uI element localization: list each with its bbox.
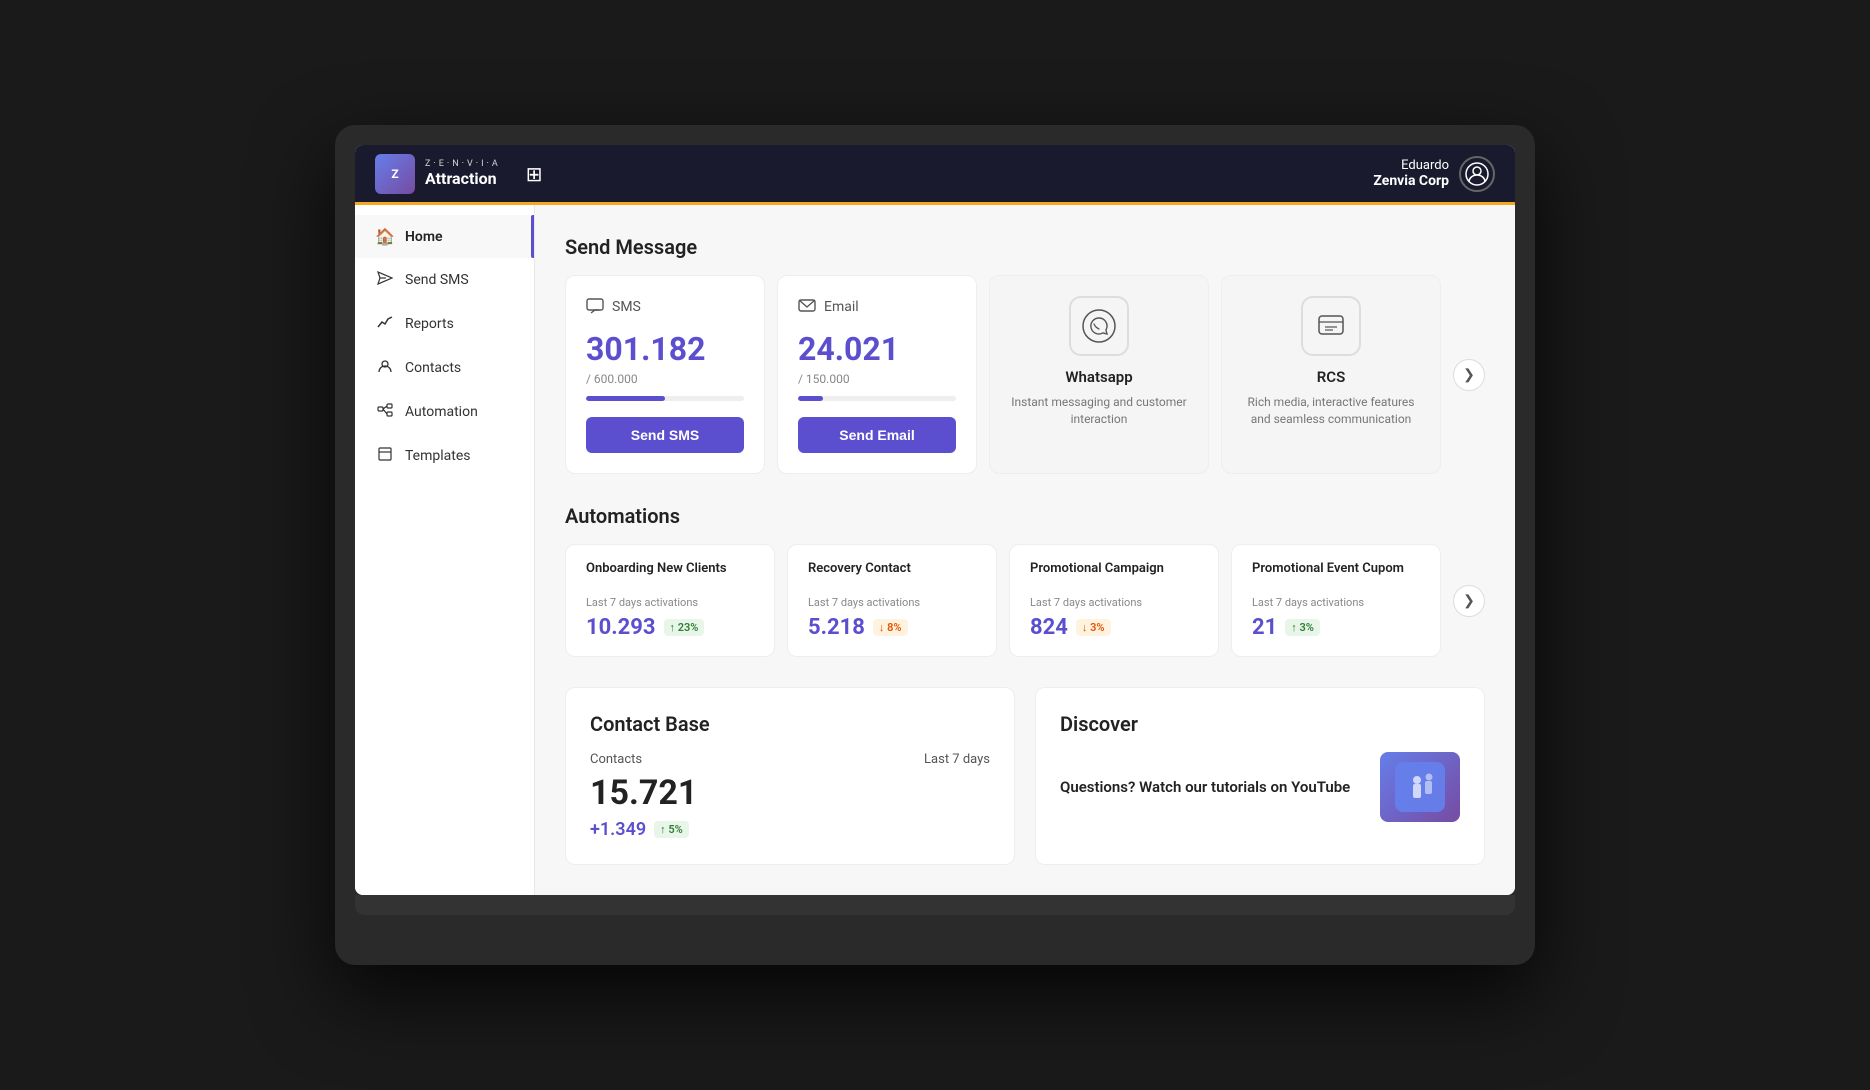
bottom-sections: Contact Base Contacts Last 7 days 15.721… — [565, 687, 1485, 865]
whatsapp-desc: Instant messaging and customer interacti… — [1010, 394, 1188, 428]
contacts-delta: +1.349 ↑ 5% — [590, 819, 990, 840]
user-area: Eduardo Zenvia Corp — [1373, 156, 1495, 192]
send-email-button[interactable]: Send Email — [798, 417, 956, 453]
main-content: Send Message SMS — [535, 205, 1515, 895]
automation-value-2: 824 — [1030, 615, 1068, 640]
automation-label-3: Last 7 days activations — [1252, 596, 1420, 609]
automation-value-0: 10.293 — [586, 615, 656, 640]
send-message-cards: SMS 301.182 / 600.000 Send SMS — [565, 275, 1485, 474]
user-name: Eduardo Zenvia Corp — [1373, 158, 1449, 189]
rcs-icon-large — [1301, 296, 1361, 356]
email-icon — [798, 296, 816, 318]
automation-name-2: Promotional Campaign — [1030, 561, 1198, 576]
sidebar-item-templates[interactable]: Templates — [355, 434, 534, 478]
automation-card-0: Onboarding New Clients Last 7 days activ… — [565, 544, 775, 657]
sms-progress — [586, 396, 744, 401]
grid-icon[interactable]: ⊞ — [526, 162, 543, 186]
automation-badge-3: ↑ 3% — [1285, 619, 1320, 636]
automation-label-0: Last 7 days activations — [586, 596, 754, 609]
automation-card-2: Promotional Campaign Last 7 days activat… — [1009, 544, 1219, 657]
sms-limit: / 600.000 — [586, 372, 744, 386]
automation-stats-0: 10.293 ↑ 23% — [586, 615, 754, 640]
discover-title: Discover — [1060, 712, 1460, 736]
app-header: Z Z·E·N·V·I·A Attraction ⊞ Eduardo Zenvi… — [355, 145, 1515, 205]
sidebar: 🏠 Home Send SMS — [355, 205, 535, 895]
contacts-delta-pct: ↑ 5% — [654, 821, 689, 838]
logo-text: Z·E·N·V·I·A Attraction — [425, 159, 501, 189]
automation-card-1: Recovery Contact Last 7 days activations… — [787, 544, 997, 657]
email-card-header: Email — [798, 296, 956, 318]
automation-stats-1: 5.218 ↓ 8% — [808, 615, 976, 640]
send-message-title: Send Message — [565, 235, 1485, 259]
sms-card-header: SMS — [586, 296, 744, 318]
discover-content: Questions? Watch our tutorials on YouTub… — [1060, 752, 1460, 822]
automations-nav-next[interactable]: ❯ — [1453, 585, 1485, 617]
email-limit: / 150.000 — [798, 372, 956, 386]
sms-icon — [586, 296, 604, 318]
templates-icon — [375, 446, 395, 466]
automation-stats-3: 21 ↑ 3% — [1252, 615, 1420, 640]
email-value: 24.021 — [798, 330, 956, 368]
contact-base-title: Contact Base — [590, 712, 990, 736]
automations-cards: Onboarding New Clients Last 7 days activ… — [565, 544, 1485, 657]
reports-icon — [375, 314, 395, 334]
sms-value: 301.182 — [586, 330, 744, 368]
automation-card-3: Promotional Event Cupom Last 7 days acti… — [1231, 544, 1441, 657]
automation-badge-2: ↓ 3% — [1076, 619, 1111, 636]
automation-name-1: Recovery Contact — [808, 561, 976, 576]
whatsapp-title: Whatsapp — [1010, 368, 1188, 386]
contacts-value: 15.721 — [590, 773, 990, 813]
automations-title: Automations — [565, 504, 1485, 528]
user-avatar[interactable] — [1459, 156, 1495, 192]
rcs-title: RCS — [1242, 368, 1420, 386]
automation-icon — [375, 402, 395, 422]
send-sms-button[interactable]: Send SMS — [586, 417, 744, 453]
rcs-card: RCS Rich media, interactive features and… — [1221, 275, 1441, 474]
automation-stats-2: 824 ↓ 3% — [1030, 615, 1198, 640]
contacts-label: Contacts — [590, 752, 642, 767]
contact-base-section: Contact Base Contacts Last 7 days 15.721… — [565, 687, 1015, 865]
automation-badge-1: ↓ 8% — [873, 619, 908, 636]
contacts-icon — [375, 358, 395, 378]
rcs-desc: Rich media, interactive features and sea… — [1242, 394, 1420, 428]
sms-card: SMS 301.182 / 600.000 Send SMS — [565, 275, 765, 474]
app-body: 🏠 Home Send SMS — [355, 205, 1515, 895]
discover-section: Discover Questions? Watch our tutorials … — [1035, 687, 1485, 865]
sms-progress-fill — [586, 396, 665, 401]
home-icon: 🏠 — [375, 227, 395, 246]
discover-image — [1380, 752, 1460, 822]
automation-value-3: 21 — [1252, 615, 1277, 640]
contacts-header: Contacts Last 7 days — [590, 752, 990, 767]
send-sms-icon — [375, 270, 395, 290]
logo-image: Z — [375, 154, 415, 194]
contacts-last7: Last 7 days — [924, 752, 990, 767]
sidebar-item-reports[interactable]: Reports — [355, 302, 534, 346]
send-message-nav-next[interactable]: ❯ — [1453, 359, 1485, 391]
automation-name-3: Promotional Event Cupom — [1252, 561, 1420, 576]
automation-name-0: Onboarding New Clients — [586, 561, 754, 576]
whatsapp-card: Whatsapp Instant messaging and customer … — [989, 275, 1209, 474]
automation-label-2: Last 7 days activations — [1030, 596, 1198, 609]
automation-badge-0: ↑ 23% — [664, 619, 705, 636]
discover-text: Questions? Watch our tutorials on YouTub… — [1060, 777, 1350, 798]
email-progress — [798, 396, 956, 401]
sidebar-item-automation[interactable]: Automation — [355, 390, 534, 434]
contacts-delta-val: +1.349 — [590, 819, 646, 840]
sidebar-item-contacts[interactable]: Contacts — [355, 346, 534, 390]
email-progress-fill — [798, 396, 823, 401]
sidebar-item-send-sms[interactable]: Send SMS — [355, 258, 534, 302]
automation-value-1: 5.218 — [808, 615, 865, 640]
sidebar-item-home[interactable]: 🏠 Home — [355, 215, 534, 258]
email-card: Email 24.021 / 150.000 Send Email — [777, 275, 977, 474]
automation-label-1: Last 7 days activations — [808, 596, 976, 609]
whatsapp-icon-large — [1069, 296, 1129, 356]
